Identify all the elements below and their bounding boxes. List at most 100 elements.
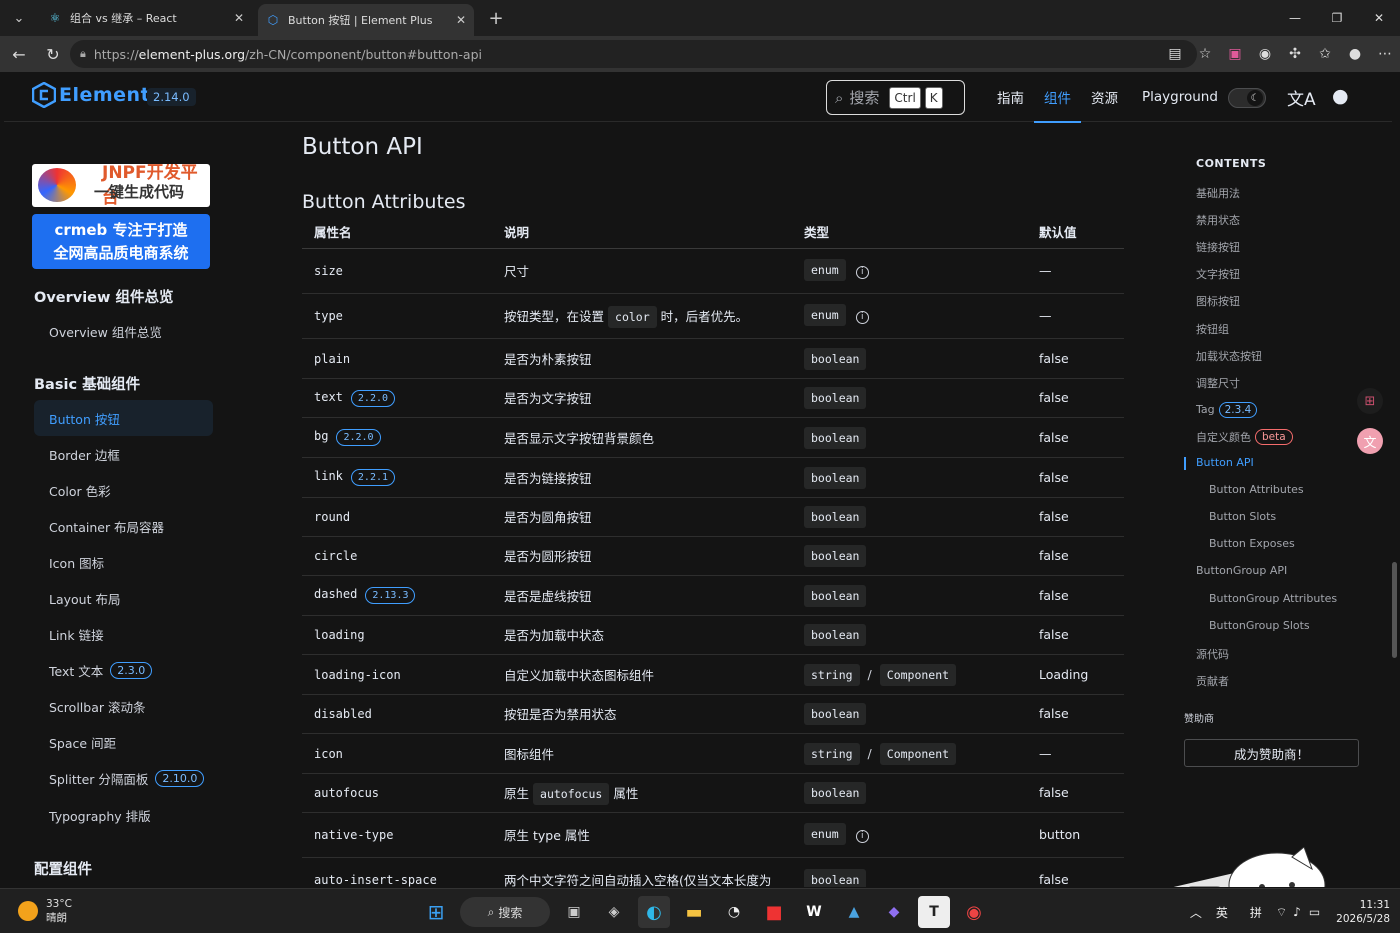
nav-guide[interactable]: 指南 [987, 72, 1034, 122]
edge-browser-icon[interactable]: ◐ [638, 896, 670, 928]
table-row: loading-icon 自定义加载中状态图标组件 string / Component… [302, 654, 1124, 695]
browser-tab[interactable]: ⚛ 组合 vs 继承 – React ✕ [40, 3, 252, 33]
favorites-icon[interactable]: ✩ [1310, 46, 1340, 62]
new-tab-button[interactable]: + [482, 4, 510, 32]
info-icon[interactable]: i [855, 311, 869, 324]
wifi-icon[interactable]: ⌔ [1276, 905, 1287, 920]
toc-item[interactable]: 禁用状态 [1196, 212, 1240, 228]
toc-item[interactable]: Tag 2.3.4 [1196, 401, 1258, 418]
version-badge[interactable]: 2.14.0 [147, 88, 196, 106]
nav-resources[interactable]: 资源 [1081, 72, 1128, 122]
chrome-icon[interactable]: ◉ [958, 896, 990, 928]
toc-item[interactable]: 加载状态按钮 [1196, 348, 1262, 364]
toc-item[interactable]: ButtonGroup API [1196, 564, 1287, 577]
wps-icon[interactable]: W [798, 896, 830, 928]
browser-tab-active[interactable]: ⬡ Button 按钮 | Element Plus ✕ [258, 4, 474, 36]
app-icon-red[interactable]: ■ [758, 896, 790, 928]
table-header-row: 属性名 说明 类型 默认值 [302, 215, 1124, 249]
toc-item[interactable]: 图标按钮 [1196, 293, 1240, 309]
ime-pinyin[interactable]: 拼 [1250, 904, 1262, 921]
toc-item[interactable]: ButtonGroup Slots [1209, 619, 1310, 632]
become-sponsor-button[interactable]: 成为赞助商！ [1184, 739, 1359, 767]
nav-playground[interactable]: Playground [1132, 72, 1228, 122]
dark-mode-toggle[interactable]: ☾ [1228, 88, 1266, 108]
ad-banner-crmeb[interactable]: crmeb 专注于打造 全网高品质电商系统 [32, 214, 210, 269]
sidebar-item-border[interactable]: Border 边框 [34, 436, 213, 472]
nav-components[interactable]: 组件 [1034, 72, 1081, 123]
close-tab-icon[interactable]: ✕ [234, 11, 244, 25]
info-icon[interactable]: i [855, 830, 869, 843]
url-input[interactable]: 🔒︎ https://element-plus.org/zh-CN/compon… [70, 40, 1197, 68]
site-info-icon[interactable]: 🔒︎ [80, 47, 86, 61]
obsidian-icon[interactable]: ◆ [878, 896, 910, 928]
toc-item[interactable]: 按钮组 [1196, 321, 1229, 337]
sidebar-item-overview[interactable]: Overview 组件总览 [34, 313, 213, 349]
layout-toggle-icon[interactable]: ⊞ [1357, 388, 1383, 414]
sidebar-item-text[interactable]: Text 文本 2.3.0 [34, 652, 213, 688]
taskbar-search-button[interactable]: ⌕ 搜索 [460, 897, 550, 927]
reader-mode-icon[interactable]: ▤ [1160, 46, 1190, 62]
toc-item[interactable]: 调整尺寸 [1196, 375, 1240, 391]
refresh-icon[interactable]: ↻ [38, 39, 68, 69]
toc-item[interactable]: Button Attributes [1209, 483, 1304, 496]
translate-icon[interactable]: 文A [1287, 85, 1316, 110]
extensions-puzzle-icon[interactable]: ✣ [1280, 46, 1310, 62]
sidebar-item-icon[interactable]: Icon 图标 [34, 544, 213, 580]
extension-icon[interactable]: ▣ [1220, 46, 1250, 62]
file-explorer-icon[interactable]: ▬ [678, 896, 710, 928]
ime-english[interactable]: 英 [1216, 904, 1228, 921]
extension-icon[interactable]: ◉ [1250, 46, 1280, 62]
sidebar-item-splitter[interactable]: Splitter 分隔面板 2.10.0 [34, 760, 213, 796]
sidebar-item-scrollbar[interactable]: Scrollbar 滚动条 [34, 688, 213, 724]
start-windows-icon[interactable]: ⊞ [420, 896, 452, 928]
sidebar-item-button[interactable]: Button 按钮 [34, 400, 213, 436]
toc-item[interactable]: 文字按钮 [1196, 266, 1240, 282]
site-logo[interactable]: Element [32, 82, 150, 108]
sidebar-item-link[interactable]: Link 链接 [34, 616, 213, 652]
toc-item[interactable]: 自定义颜色 beta [1196, 428, 1293, 445]
sidebar-item-container[interactable]: Container 布局容器 [34, 508, 213, 544]
translate-float-icon[interactable]: 文 [1357, 428, 1383, 454]
app-icon[interactable]: ◔ [718, 896, 750, 928]
toc-item[interactable]: 基础用法 [1196, 185, 1240, 201]
battery-icon[interactable]: ▭ [1309, 905, 1320, 919]
toc-item[interactable]: Button Exposes [1209, 537, 1295, 550]
default-value: false [1039, 469, 1069, 485]
sidebar-item-space[interactable]: Space 间距 [34, 724, 213, 760]
prop-name: autofocus [314, 786, 380, 800]
cell-default: false [1027, 694, 1124, 734]
github-icon[interactable]: ● [1332, 85, 1349, 107]
type-tag: boolean [804, 869, 867, 887]
sidebar-item-layout[interactable]: Layout 布局 [34, 580, 213, 616]
back-icon[interactable]: ← [4, 39, 34, 69]
toc-item[interactable]: 贡献者 [1196, 673, 1229, 689]
toc-item[interactable]: 源代码 [1196, 646, 1229, 662]
close-window-icon[interactable]: ✕ [1358, 0, 1400, 36]
info-icon[interactable]: i [855, 266, 869, 279]
toc-item[interactable]: ButtonGroup Attributes [1209, 592, 1337, 605]
more-menu-icon[interactable]: ⋯ [1370, 46, 1400, 62]
toc-item[interactable]: Button API [1196, 456, 1254, 469]
toc-item[interactable]: Button Slots [1209, 510, 1276, 523]
kbd-ctrl: Ctrl [889, 86, 921, 109]
sidebar-item-color[interactable]: Color 色彩 [34, 472, 213, 508]
close-tab-icon[interactable]: ✕ [456, 13, 466, 27]
weather-widget[interactable]: 33°C 晴朗 [18, 897, 72, 925]
profile-avatar[interactable]: ● [1340, 46, 1370, 62]
toc-item[interactable]: 链接按钮 [1196, 239, 1240, 255]
search-button[interactable]: ⌕ 搜索 Ctrl K [826, 80, 965, 115]
restore-icon[interactable]: ❐ [1316, 0, 1358, 36]
volume-icon[interactable]: ♪ [1293, 905, 1301, 919]
typora-icon[interactable]: T [918, 896, 950, 928]
tab-list-button[interactable]: ⌄ [4, 3, 34, 33]
clock[interactable]: 11:31 2026/5/28 [1336, 898, 1390, 926]
favorite-star-icon[interactable]: ☆ [1190, 46, 1220, 62]
page-scrollbar[interactable] [1392, 562, 1397, 658]
minimize-icon[interactable]: — [1274, 0, 1316, 36]
ad-banner-jnpf[interactable]: JNPF开发平台 一键生成代码 [32, 164, 210, 207]
sidebar-item-typography[interactable]: Typography 排版 [34, 797, 213, 833]
task-view-icon[interactable]: ▣ [558, 896, 590, 928]
unity-icon[interactable]: ◈ [598, 896, 630, 928]
tray-chevron-icon[interactable]: ︿ [1190, 904, 1202, 921]
photos-icon[interactable]: ▲ [838, 896, 870, 928]
